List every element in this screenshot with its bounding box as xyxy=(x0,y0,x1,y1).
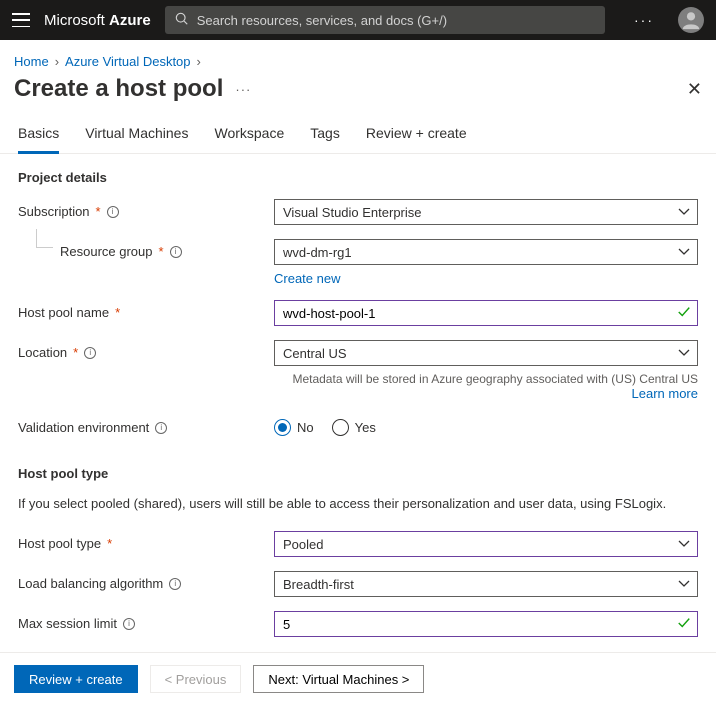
resource-group-label: Resource group xyxy=(60,244,153,259)
breadcrumb-service[interactable]: Azure Virtual Desktop xyxy=(65,54,191,69)
menu-toggle[interactable] xyxy=(12,13,30,27)
host-pool-type-label: Host pool type xyxy=(18,536,101,551)
global-search[interactable] xyxy=(165,6,605,34)
chevron-right-icon: › xyxy=(55,54,59,69)
host-pool-name-input[interactable] xyxy=(274,300,698,326)
subscription-label: Subscription xyxy=(18,204,90,219)
info-icon[interactable]: i xyxy=(155,422,167,434)
info-icon[interactable]: i xyxy=(123,618,135,630)
chevron-right-icon: › xyxy=(197,54,201,69)
page-title: Create a host pool xyxy=(14,75,223,103)
location-select[interactable]: Central US xyxy=(274,340,698,366)
host-pool-type-description: If you select pooled (shared), users wil… xyxy=(18,495,698,513)
location-helper: Metadata will be stored in Azure geograp… xyxy=(292,372,698,386)
max-session-input[interactable] xyxy=(274,611,698,637)
subscription-select[interactable]: Visual Studio Enterprise xyxy=(274,199,698,225)
load-balancing-label: Load balancing algorithm xyxy=(18,576,163,591)
search-input[interactable] xyxy=(197,13,595,28)
create-new-link[interactable]: Create new xyxy=(274,271,340,286)
info-icon[interactable]: i xyxy=(84,347,96,359)
close-button[interactable]: ✕ xyxy=(687,79,702,100)
tab-basics[interactable]: Basics xyxy=(18,117,59,154)
host-pool-name-label: Host pool name xyxy=(18,305,109,320)
breadcrumb-home[interactable]: Home xyxy=(14,54,49,69)
more-menu[interactable]: ··· xyxy=(634,12,654,28)
validation-env-yes[interactable]: Yes xyxy=(332,419,376,436)
info-icon[interactable]: i xyxy=(107,206,119,218)
required-icon: * xyxy=(73,345,78,360)
tab-bar: Basics Virtual Machines Workspace Tags R… xyxy=(0,117,716,154)
previous-button: < Previous xyxy=(150,665,242,693)
validation-env-no[interactable]: No xyxy=(274,419,314,436)
validation-env-label: Validation environment xyxy=(18,420,149,435)
info-icon[interactable]: i xyxy=(170,246,182,258)
host-pool-type-select[interactable]: Pooled xyxy=(274,531,698,557)
breadcrumb: Home › Azure Virtual Desktop › xyxy=(0,40,716,75)
required-icon: * xyxy=(107,536,112,551)
brand: Microsoft Azure xyxy=(44,12,151,29)
learn-more-link[interactable]: Learn more xyxy=(632,386,698,401)
user-avatar[interactable] xyxy=(678,7,704,33)
title-more-icon[interactable]: ··· xyxy=(235,82,251,97)
load-balancing-select[interactable]: Breadth-first xyxy=(274,571,698,597)
tab-virtual-machines[interactable]: Virtual Machines xyxy=(85,117,188,153)
info-icon[interactable]: i xyxy=(169,578,181,590)
search-icon xyxy=(175,12,189,29)
tab-review-create[interactable]: Review + create xyxy=(366,117,467,153)
required-icon: * xyxy=(96,204,101,219)
review-create-button[interactable]: Review + create xyxy=(14,665,138,693)
section-host-pool-type: Host pool type xyxy=(18,466,698,481)
max-session-label: Max session limit xyxy=(18,616,117,631)
location-label: Location xyxy=(18,345,67,360)
resource-group-select[interactable]: wvd-dm-rg1 xyxy=(274,239,698,265)
required-icon: * xyxy=(115,305,120,320)
next-button[interactable]: Next: Virtual Machines > xyxy=(253,665,424,693)
section-project-details: Project details xyxy=(18,170,698,185)
tab-tags[interactable]: Tags xyxy=(310,117,340,153)
tab-workspace[interactable]: Workspace xyxy=(214,117,284,153)
required-icon: * xyxy=(159,244,164,259)
